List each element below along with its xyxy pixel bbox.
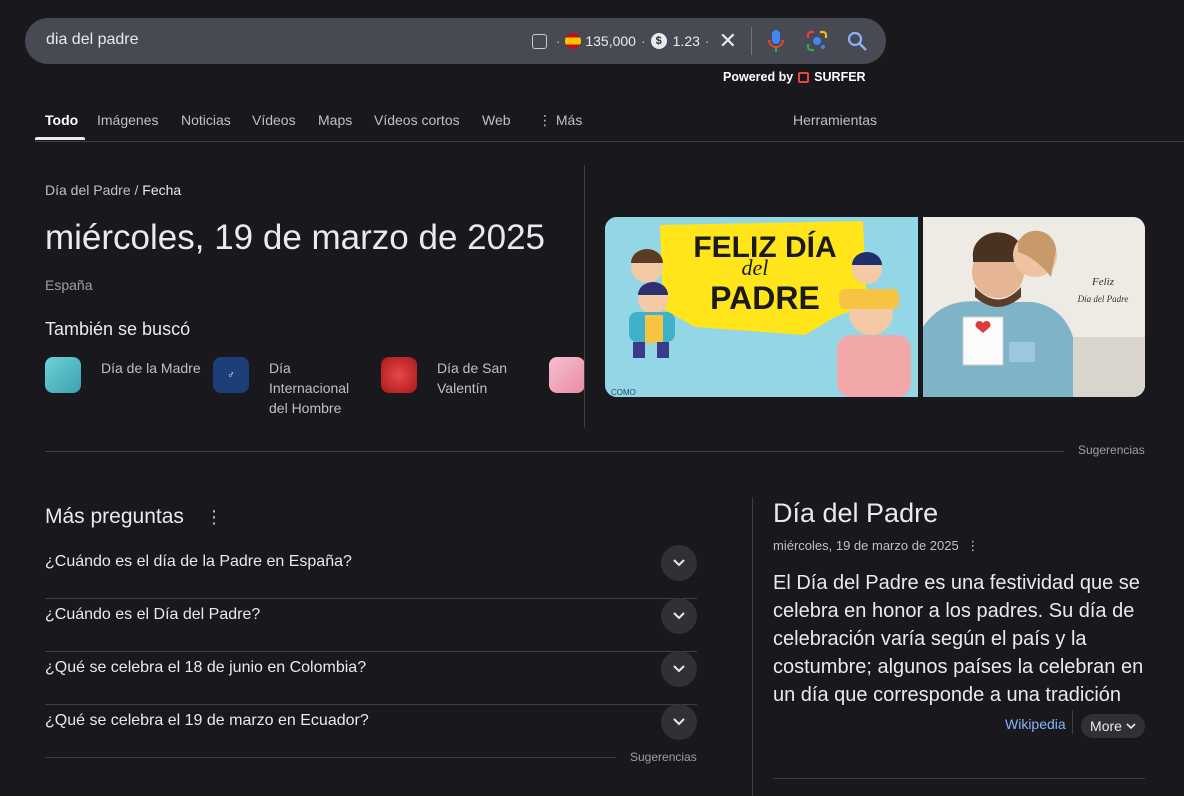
chevron-down-icon[interactable] [661,598,697,634]
question-row[interactable]: ¿Cuándo es el Día del Padre? [45,598,697,652]
mic-icon[interactable] [766,29,786,53]
dollar-coin-icon: $ [650,33,667,49]
question-text: ¿Cuándo es el día de la Padre en España? [45,553,352,570]
more-questions-title: Más preguntas [45,505,184,528]
image-text-padre: PADRE [710,280,820,316]
search-bar[interactable]: dia del padre · 135,000 · $ 1.23 · ✕ [25,18,886,64]
search-tabs: Todo Imágenes Noticias Vídeos Maps Vídeo… [35,100,1184,142]
divider [584,165,585,428]
search-icon[interactable] [846,30,868,52]
chevron-down-icon[interactable] [661,545,697,581]
answer-country: España [45,277,93,293]
tab-todo[interactable]: Todo [45,112,78,128]
related-thumbnail: ♂ [213,357,249,393]
suggestions-label[interactable]: Sugerencias [630,750,697,764]
divider [752,497,753,796]
breadcrumb: Día del Padre / Fecha [45,182,182,198]
chevron-down-icon[interactable] [661,704,697,740]
question-row[interactable]: ¿Cuándo es el día de la Padre en España? [45,545,697,599]
related-item-dia-de-la-madre[interactable]: Día de la Madre [45,357,201,393]
divider [45,451,1064,452]
tab-noticias[interactable]: Noticias [181,112,231,128]
active-tab-indicator [35,137,85,140]
image-text-feliz: Feliz [1091,276,1115,288]
related-item-partial[interactable] [549,357,584,393]
knowledge-panel-subtitle: miércoles, 19 de marzo de 2025 ⋮ [773,538,980,553]
related-item-dia-internacional-del-hombre[interactable]: ♂ Día Internacional del Hombre [213,357,369,418]
breadcrumb-root[interactable]: Día del Padre [45,182,131,198]
tab-imagenes[interactable]: Imágenes [97,112,158,128]
related-thumbnail [45,357,81,393]
knowledge-panel-title: Día del Padre [773,498,939,528]
google-lens-icon[interactable] [806,30,828,52]
image-watermark: COMO [611,388,636,397]
question-text: ¿Qué se celebra el 19 de marzo en Ecuado… [45,712,369,729]
result-image-feliz-dia-del-padre[interactable]: FELIZ DÍA del PADRE COMO [605,217,918,397]
related-thumbnail [549,357,584,393]
checkbox-icon[interactable] [531,33,547,49]
close-icon[interactable]: ✕ [719,30,737,52]
result-image-father-daughter[interactable]: Feliz Día del Padre [923,217,1145,397]
more-vert-icon: ⋮ [538,112,556,128]
tab-herramientas[interactable]: Herramientas [793,112,877,128]
divider [45,757,616,758]
answer-date: miércoles, 19 de marzo de 2025 [45,218,545,257]
tab-videos[interactable]: Vídeos [252,112,296,128]
search-volume: 135,000 [585,33,636,49]
chevron-down-icon [1126,722,1136,729]
divider [751,27,752,55]
surfer-logo-icon [798,71,810,83]
powered-by-surfer: Powered by SURFER [723,70,866,84]
image-text-del: del [742,255,769,280]
question-text: ¿Cuándo es el Día del Padre? [45,606,261,623]
chevron-down-icon[interactable] [661,651,697,687]
more-vert-icon[interactable]: ⋮ [205,508,223,526]
tab-web[interactable]: Web [482,112,511,128]
more-vert-icon[interactable]: ⋮ [966,538,979,553]
image-text-dia-del-padre: Día del Padre [1077,294,1129,304]
more-button[interactable]: More [1081,714,1145,738]
tab-videos-cortos[interactable]: Vídeos cortos [374,112,460,128]
question-text: ¿Qué se celebra el 18 de junio en Colomb… [45,659,367,676]
divider [1072,710,1073,734]
tab-mas[interactable]: ⋮ Más [538,112,582,129]
search-input[interactable]: dia del padre [46,31,139,49]
question-row[interactable]: ¿Qué se celebra el 19 de marzo en Ecuado… [45,704,697,758]
cpc-value: 1.23 [672,33,700,49]
also-searched-title: También se buscó [45,319,191,339]
divider [773,778,1145,779]
question-row[interactable]: ¿Qué se celebra el 18 de junio en Colomb… [45,651,697,705]
related-thumbnail [381,357,417,393]
related-item-dia-de-san-valentin[interactable]: Día de San Valentín [381,357,537,398]
spain-flag-icon [565,33,582,49]
tab-maps[interactable]: Maps [318,112,352,128]
suggestions-label[interactable]: Sugerencias [1078,443,1145,457]
breadcrumb-leaf: Fecha [142,182,182,198]
text-fade [940,706,1000,740]
search-bar-tools: · 135,000 · $ 1.23 · ✕ [531,18,868,64]
wikipedia-link[interactable]: Wikipedia [1003,716,1066,732]
